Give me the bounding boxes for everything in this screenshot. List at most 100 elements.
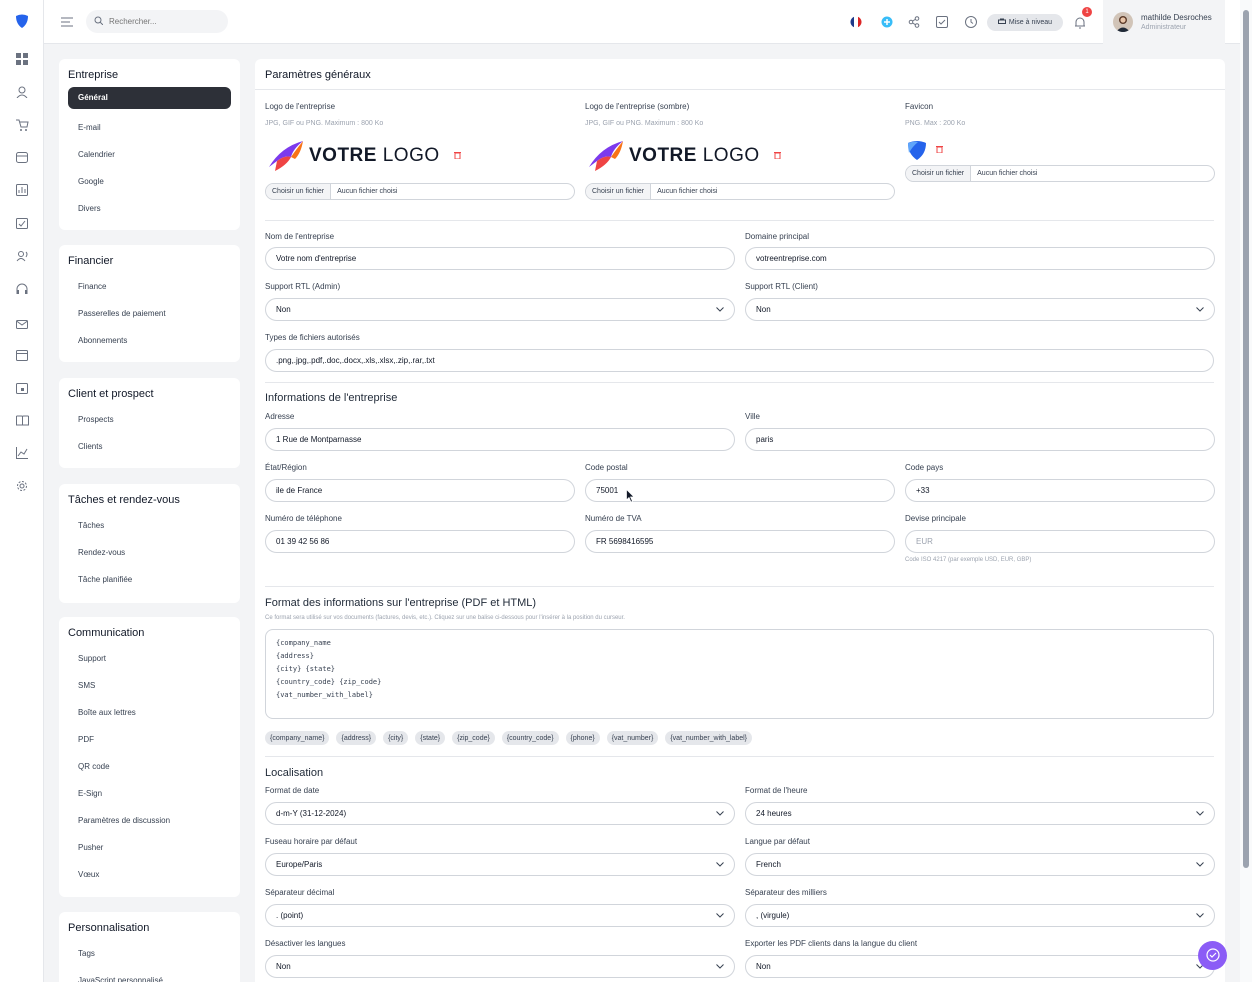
rtl-admin-select[interactable]: Non bbox=[265, 298, 735, 321]
nav-item-google[interactable]: Google bbox=[68, 168, 231, 195]
vat-input[interactable]: FR 5698416595 bbox=[585, 530, 895, 553]
nav-item-abonnements[interactable]: Abonnements bbox=[68, 327, 231, 354]
cart-icon[interactable] bbox=[13, 116, 31, 134]
currency-input[interactable]: EUR bbox=[905, 530, 1215, 553]
checkbox-icon[interactable] bbox=[933, 13, 951, 31]
trash-icon[interactable] bbox=[773, 151, 781, 161]
nav-item-tags[interactable]: Tags bbox=[68, 940, 231, 967]
disable-lang-label: Désactiver les langues bbox=[265, 939, 346, 948]
nav-item-pusher[interactable]: Pusher bbox=[68, 834, 231, 861]
choose-file-button[interactable]: Choisir un fichier bbox=[266, 184, 332, 199]
calendar-icon[interactable] bbox=[13, 346, 31, 364]
nav-item-finance[interactable]: Finance bbox=[68, 273, 231, 300]
headset-icon[interactable] bbox=[13, 280, 31, 298]
file-types-input[interactable]: .png,.jpg,.pdf,.doc,.docx,.xls,.xlsx,.zi… bbox=[265, 349, 1214, 372]
search-box[interactable] bbox=[86, 10, 228, 33]
nav-item-calendrier[interactable]: Calendrier bbox=[68, 141, 231, 168]
rtl-client-select[interactable]: Non bbox=[745, 298, 1215, 321]
french-flag-icon[interactable] bbox=[847, 13, 865, 31]
mail-icon[interactable] bbox=[13, 314, 31, 332]
address-input[interactable]: 1 Rue de Montparnasse bbox=[265, 428, 735, 451]
nav-item-qr-code[interactable]: QR code bbox=[68, 753, 231, 780]
country-code-label: Code pays bbox=[905, 463, 944, 472]
dashboard-icon[interactable] bbox=[13, 50, 31, 68]
timezone-select[interactable]: Europe/Paris bbox=[265, 853, 735, 876]
time-format-select[interactable]: 24 heures bbox=[745, 802, 1215, 825]
nav-item-passerelles[interactable]: Passerelles de paiement bbox=[68, 300, 231, 327]
nav-item-voeux[interactable]: Vœux bbox=[68, 861, 231, 888]
state-input[interactable]: ile de France bbox=[265, 479, 575, 502]
currency-hint: Code ISO 4217 (par exemple USD, EUR, GBP… bbox=[905, 557, 1032, 563]
trash-icon[interactable] bbox=[936, 145, 943, 155]
main-domain-input[interactable]: votreentreprise.com bbox=[745, 247, 1215, 270]
nav-item-pdf[interactable]: PDF bbox=[68, 726, 231, 753]
user-icon[interactable] bbox=[13, 83, 31, 101]
nav-card-entreprise: Entreprise Général E-mail Calendrier Goo… bbox=[59, 59, 240, 230]
date-format-select[interactable]: d-m-Y (31-12-2024) bbox=[265, 802, 735, 825]
logo-dark-file-input[interactable]: Choisir un fichier Aucun fichier choisi bbox=[585, 183, 895, 200]
nav-item-tache-planifiee[interactable]: Tâche planifiée bbox=[68, 566, 231, 593]
tag-chip[interactable]: {vat_number_with_label} bbox=[665, 731, 753, 745]
tag-chip[interactable]: {state} bbox=[415, 731, 446, 745]
tag-chip[interactable]: {address} bbox=[336, 731, 377, 745]
chart-line-icon[interactable] bbox=[13, 444, 31, 462]
chat-fab-button[interactable] bbox=[1198, 941, 1227, 970]
file-status: Aucun fichier choisi bbox=[337, 188, 398, 195]
tag-chip[interactable]: {zip_code} bbox=[452, 731, 495, 745]
tag-chip[interactable]: {city} bbox=[383, 731, 409, 745]
thousand-sep-select[interactable]: , (virgule) bbox=[745, 904, 1215, 927]
nav-item-rendez-vous[interactable]: Rendez-vous bbox=[68, 539, 231, 566]
gear-icon[interactable] bbox=[13, 477, 31, 495]
book-icon[interactable] bbox=[13, 411, 31, 429]
nav-item-custom-js[interactable]: JavaScript personnalisé bbox=[68, 967, 231, 982]
export-pdf-select[interactable]: Non bbox=[745, 955, 1215, 978]
city-input[interactable]: paris bbox=[745, 428, 1215, 451]
upgrade-button[interactable]: Mise à niveau bbox=[987, 14, 1063, 31]
nav-item-support[interactable]: Support bbox=[68, 645, 231, 672]
select-value: Non bbox=[276, 305, 291, 314]
tag-chip[interactable]: {phone} bbox=[565, 731, 600, 745]
tag-chip[interactable]: {country_code} bbox=[501, 731, 559, 745]
nav-item-esign[interactable]: E-Sign bbox=[68, 780, 231, 807]
search-input[interactable] bbox=[109, 17, 219, 26]
wallet-icon[interactable] bbox=[13, 148, 31, 166]
nav-item-taches[interactable]: Tâches bbox=[68, 512, 231, 539]
report-icon[interactable] bbox=[13, 181, 31, 199]
tag-chip[interactable]: {vat_number} bbox=[606, 731, 659, 745]
choose-file-button[interactable]: Choisir un fichier bbox=[906, 166, 972, 181]
logo-file-input[interactable]: Choisir un fichier Aucun fichier choisi bbox=[265, 183, 575, 200]
user-menu[interactable]: mathilde Desroches Administrateur bbox=[1103, 0, 1225, 44]
tag-chip[interactable]: {company_name} bbox=[265, 731, 330, 745]
format-line: {company_name bbox=[276, 639, 331, 647]
nav-item-email[interactable]: E-mail bbox=[68, 114, 231, 141]
nav-item-clients[interactable]: Clients bbox=[68, 433, 231, 460]
phone-input[interactable]: 01 39 42 56 86 bbox=[265, 530, 575, 553]
disable-lang-select[interactable]: Non bbox=[265, 955, 735, 978]
nav-item-divers[interactable]: Divers bbox=[68, 195, 231, 222]
menu-toggle-icon[interactable] bbox=[58, 13, 76, 31]
contacts-icon[interactable] bbox=[13, 247, 31, 265]
decimal-sep-select[interactable]: . (point) bbox=[265, 904, 735, 927]
trash-icon[interactable] bbox=[453, 151, 461, 161]
nav-section-title: Entreprise bbox=[68, 69, 119, 81]
task-check-icon[interactable] bbox=[13, 214, 31, 232]
format-title: Format des informations sur l'entreprise… bbox=[265, 597, 537, 609]
add-circle-icon[interactable] bbox=[878, 13, 896, 31]
nav-item-discussion[interactable]: Paramètres de discussion bbox=[68, 807, 231, 834]
share-icon[interactable] bbox=[905, 13, 923, 31]
nav-item-sms[interactable]: SMS bbox=[68, 672, 231, 699]
language-select[interactable]: French bbox=[745, 853, 1215, 876]
nav-item-prospects[interactable]: Prospects bbox=[68, 406, 231, 433]
favicon-file-input[interactable]: Choisir un fichier Aucun fichier choisi bbox=[905, 165, 1215, 182]
format-textarea[interactable]: {company_name {address} {city} {state} {… bbox=[265, 629, 1214, 719]
choose-file-button[interactable]: Choisir un fichier bbox=[586, 184, 652, 199]
country-code-input[interactable]: +33 bbox=[905, 479, 1215, 502]
brand-logo-icon[interactable] bbox=[13, 12, 31, 30]
calendar-event-icon[interactable] bbox=[13, 379, 31, 397]
nav-item-general[interactable]: Général bbox=[68, 87, 231, 109]
scrollbar-thumb[interactable] bbox=[1243, 10, 1249, 868]
nav-item-boite-aux-lettres[interactable]: Boîte aux lettres bbox=[68, 699, 231, 726]
clock-icon[interactable] bbox=[962, 13, 980, 31]
company-name-input[interactable]: Votre nom d'entreprise bbox=[265, 247, 735, 270]
chevron-down-icon bbox=[716, 860, 724, 869]
